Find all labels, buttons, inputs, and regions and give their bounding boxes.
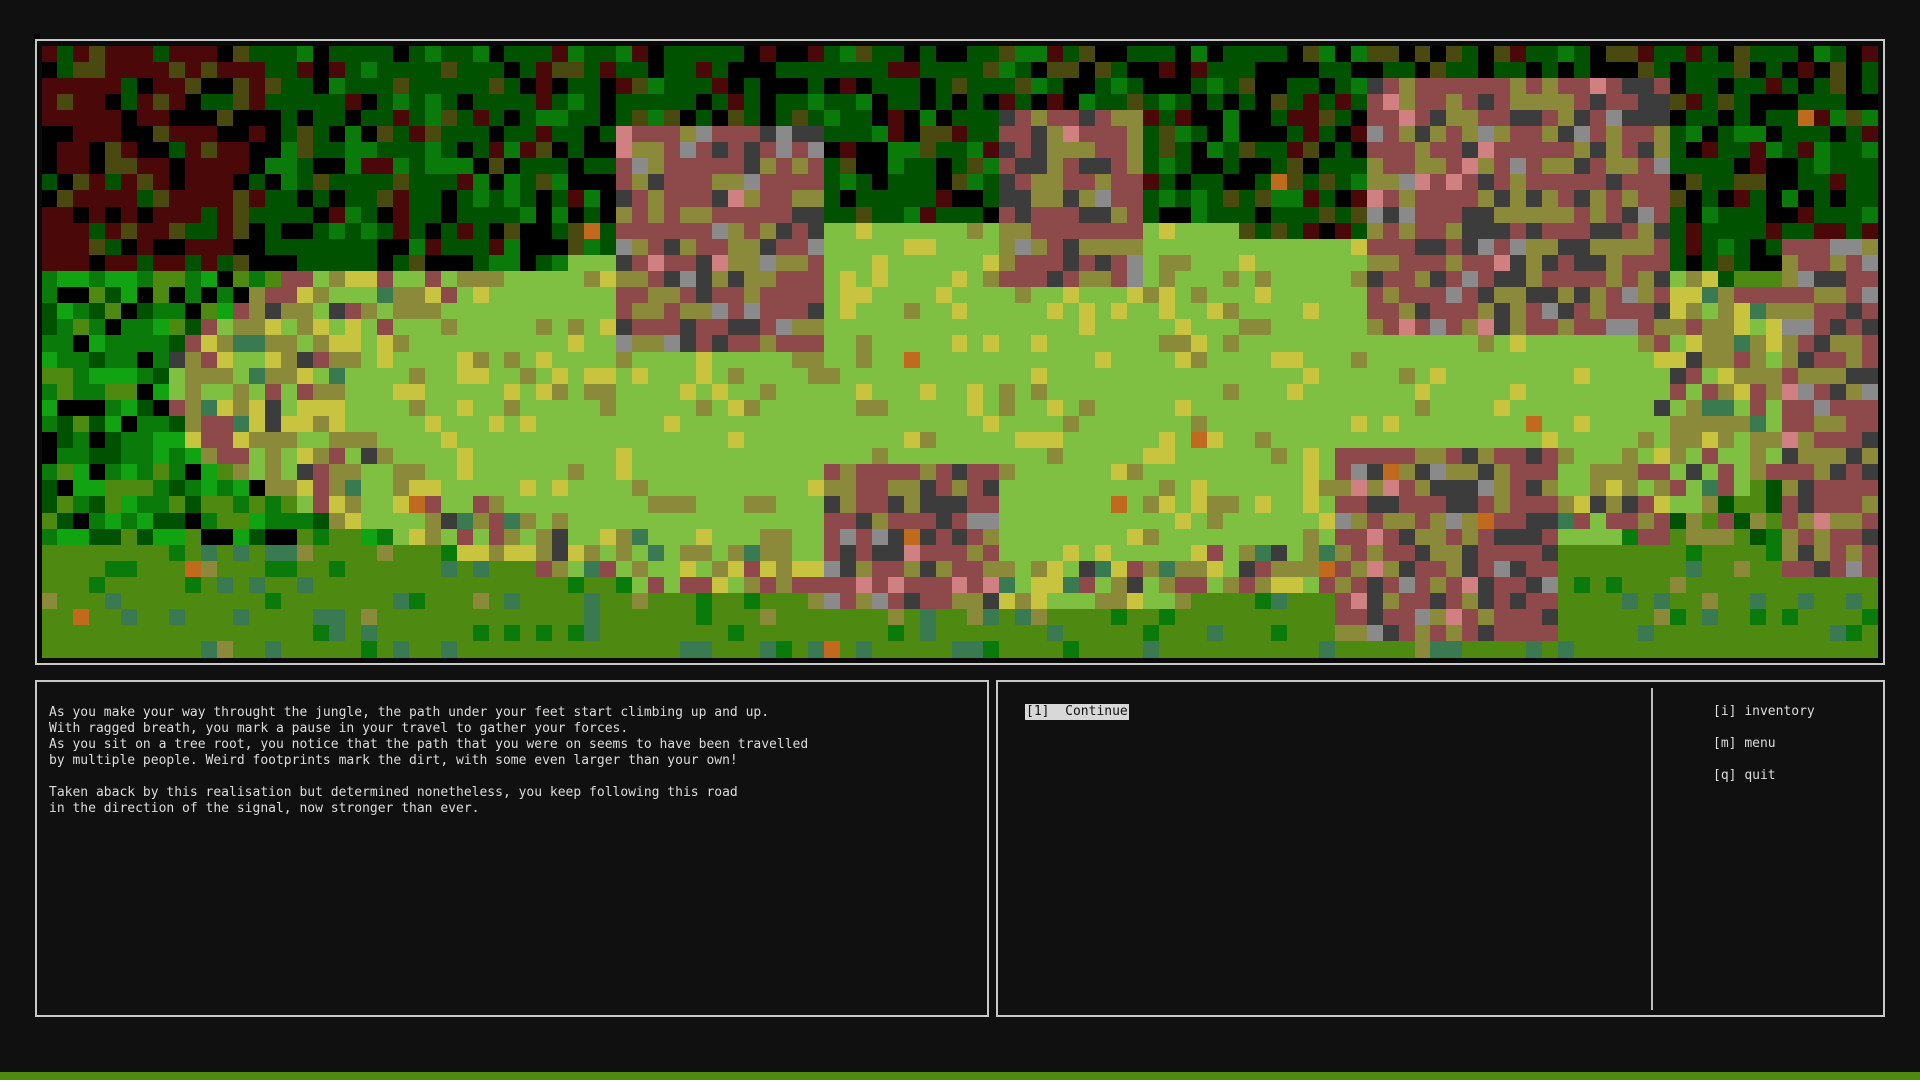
story-line: by multiple people. Weird footprints mar… [49,753,738,768]
command-label: inventory [1744,704,1815,719]
story-panel: As you make your way throught the jungle… [35,680,989,1017]
panel-divider [1651,688,1653,1010]
story-text: As you make your way throught the jungle… [49,705,969,817]
story-line: As you make your way throught the jungle… [49,705,770,720]
command-label: menu [1744,736,1776,751]
choice-key: [1] [1026,704,1050,719]
command-key: [i] [1713,704,1737,719]
quit-command[interactable]: [q] quit [1713,768,1776,784]
inventory-command[interactable]: [i] inventory [1713,704,1815,720]
story-line: As you sit on a tree root, you notice th… [49,737,809,752]
command-key: [q] [1713,768,1737,783]
story-line: With ragged breath, you mark a pause in … [49,721,629,736]
jungle-scene-image [42,46,1878,658]
choice-continue-button[interactable]: [1] Continue [1025,704,1129,720]
actions-panel: [1] Continue [i] inventory [m] menu [q] … [996,680,1885,1017]
scene-panel [35,39,1885,665]
status-bar [0,1072,1920,1080]
menu-command[interactable]: [m] menu [1713,736,1776,752]
story-line: Taken aback by this realisation but dete… [49,785,738,800]
story-line: in the direction of the signal, now stro… [49,801,480,816]
command-key: [m] [1713,736,1737,751]
command-label: quit [1744,768,1776,783]
choice-label: Continue [1065,704,1128,719]
